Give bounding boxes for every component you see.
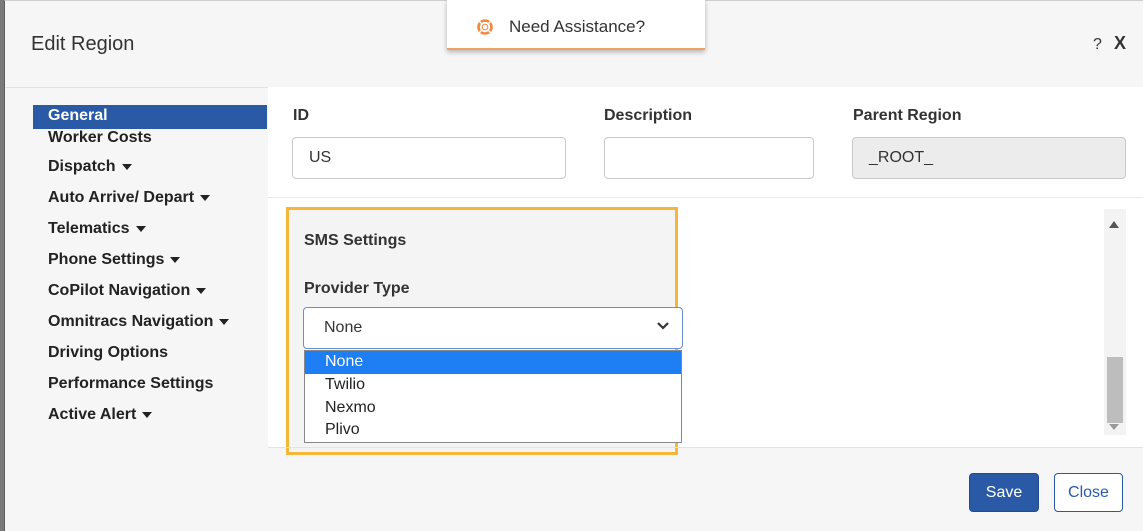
nav-item-active-alert[interactable]: Active Alert	[33, 399, 267, 430]
provider-option-none[interactable]: None	[305, 351, 681, 374]
divider	[268, 197, 1143, 198]
provider-type-value: None	[324, 319, 363, 336]
caret-down-icon	[196, 287, 207, 294]
nav-item-performance-settings[interactable]: Performance Settings	[33, 368, 267, 399]
caret-down-icon	[142, 411, 153, 418]
caret-down-icon	[135, 225, 146, 232]
provider-type-dropdown: None Twilio Nexmo Plivo	[304, 350, 682, 443]
help-button[interactable]: ?	[1093, 36, 1102, 54]
provider-option-twilio[interactable]: Twilio	[305, 374, 681, 397]
provider-type-label: Provider Type	[304, 280, 410, 297]
nav-item-label: Telematics	[48, 220, 130, 237]
nav-item-label: Worker Costs	[48, 129, 152, 146]
id-label: ID	[293, 107, 309, 124]
provider-option-nexmo[interactable]: Nexmo	[305, 397, 681, 420]
nav-item-label: CoPilot Navigation	[48, 282, 191, 299]
sms-settings-title: SMS Settings	[304, 232, 407, 249]
close-button[interactable]: Close	[1054, 473, 1123, 512]
sms-settings-section: SMS Settings Provider Type None None Twi…	[286, 207, 683, 455]
scroll-down-arrow-icon[interactable]	[1109, 424, 1119, 430]
provider-option-plivo[interactable]: Plivo	[305, 419, 681, 442]
description-label: Description	[604, 107, 693, 124]
chevron-down-icon	[657, 322, 669, 330]
nav-item-label: Dispatch	[48, 158, 116, 175]
nav-item-label: Driving Options	[48, 344, 168, 361]
caret-down-icon	[200, 194, 211, 201]
settings-nav: General Worker Costs Dispatch Auto Arriv…	[33, 105, 267, 430]
nav-item-label: Phone Settings	[48, 251, 165, 268]
nav-item-dispatch[interactable]: Dispatch	[33, 151, 267, 182]
nav-item-label: Performance Settings	[48, 375, 214, 392]
caret-down-icon	[170, 256, 181, 263]
nav-item-label: Omnitracs Navigation	[48, 313, 214, 330]
save-button[interactable]: Save	[969, 473, 1039, 512]
footer-divider	[268, 447, 1143, 448]
scrollbar-thumb[interactable]	[1107, 357, 1123, 423]
general-settings-panel: ID US Description Parent Region _ROOT_ S…	[268, 87, 1143, 455]
nav-item-label: Auto Arrive/ Depart	[48, 189, 195, 206]
nav-item-driving-options[interactable]: Driving Options	[33, 337, 267, 368]
parent-region-label: Parent Region	[853, 107, 962, 124]
dialog-title: Edit Region	[31, 33, 135, 55]
nav-item-telematics[interactable]: Telematics	[33, 213, 267, 244]
description-input[interactable]	[604, 137, 814, 179]
edit-region-dialog: Edit Region ? X General Worker Costs Dis…	[4, 0, 1143, 531]
need-assistance-button[interactable]: Need Assistance?	[447, 0, 705, 50]
close-dialog-button[interactable]: X	[1114, 33, 1126, 54]
caret-down-icon	[121, 163, 132, 170]
parent-region-input: _ROOT_	[852, 137, 1126, 179]
nav-item-label: General	[48, 107, 108, 124]
nav-item-label: Active Alert	[48, 406, 137, 423]
need-assistance-label: Need Assistance?	[509, 17, 646, 36]
id-input[interactable]: US	[292, 137, 566, 179]
assistance-icon	[477, 19, 493, 35]
scroll-up-arrow-icon[interactable]	[1109, 221, 1119, 228]
provider-type-select[interactable]: None	[303, 307, 683, 349]
nav-item-worker-costs[interactable]: Worker Costs	[33, 129, 267, 151]
nav-item-copilot-navigation[interactable]: CoPilot Navigation	[33, 275, 267, 306]
nav-item-phone-settings[interactable]: Phone Settings	[33, 244, 267, 275]
nav-item-general[interactable]: General	[33, 105, 267, 129]
vertical-scrollbar[interactable]	[1104, 209, 1126, 435]
caret-down-icon	[219, 318, 230, 325]
nav-item-auto-arrive-depart[interactable]: Auto Arrive/ Depart	[33, 182, 267, 213]
nav-item-omnitracs-navigation[interactable]: Omnitracs Navigation	[33, 306, 267, 337]
